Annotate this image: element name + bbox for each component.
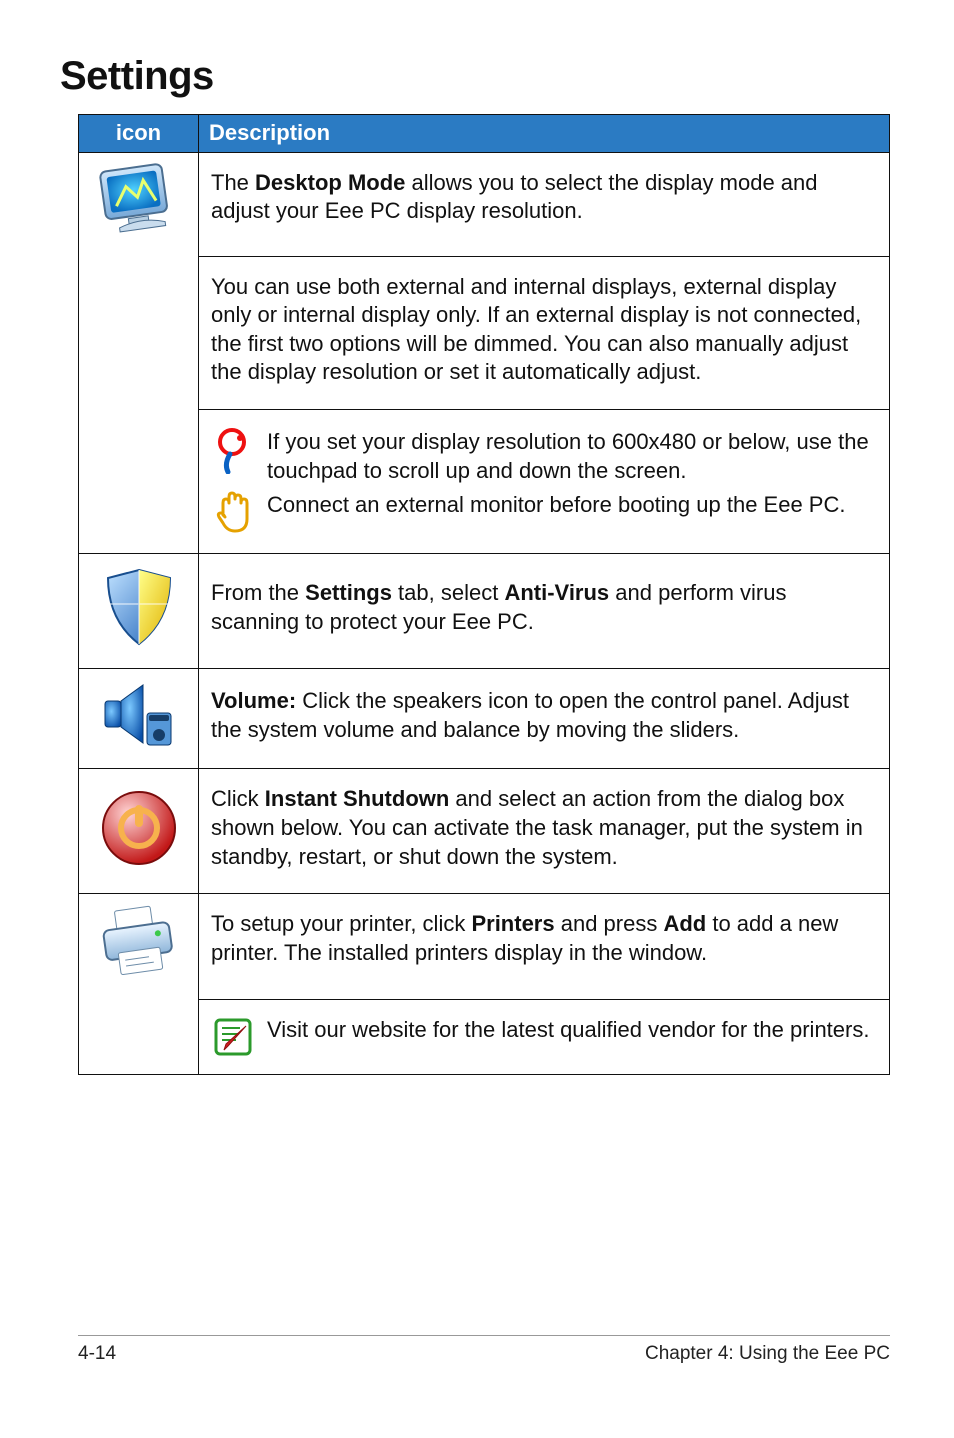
desktop-mode-intro: The Desktop Mode allows you to select th… (211, 169, 877, 226)
table-row: You can use both external and internal d… (79, 256, 890, 409)
hand-caution-icon (213, 491, 253, 535)
volume-text: Volume: Click the speakers icon to open … (211, 687, 877, 744)
instant-shutdown-text: Click Instant Shutdown and select an act… (211, 785, 877, 871)
table-row: The Desktop Mode allows you to select th… (79, 152, 890, 256)
power-button-icon (98, 787, 180, 869)
printer-vendor-note: Visit our website for the latest qualifi… (267, 1016, 877, 1045)
antivirus-text: From the Settings tab, select Anti-Virus… (211, 579, 877, 636)
speaker-icon (99, 679, 179, 751)
chapter-label: Chapter 4: Using the Eee PC (645, 1342, 890, 1367)
printer-icon (97, 904, 181, 982)
settings-table: icon Description (78, 114, 890, 1075)
table-row: To setup your printer, click Printers an… (79, 894, 890, 1000)
shield-icon (98, 564, 180, 650)
tip-external-monitor: Connect an external monitor before booti… (267, 491, 877, 520)
monitor-icon (98, 163, 180, 239)
table-row: Volume: Click the speakers icon to open … (79, 668, 890, 769)
col-header-icon: icon (79, 115, 199, 153)
page-title: Settings (60, 50, 894, 102)
table-row: From the Settings tab, select Anti-Virus… (79, 554, 890, 669)
page-number: 4-14 (78, 1342, 116, 1367)
table-row: Click Instant Shutdown and select an act… (79, 769, 890, 894)
col-header-description: Description (199, 115, 890, 153)
tip-balloon-icon (214, 428, 252, 474)
tip-resolution-scroll: If you set your display resolution to 60… (267, 428, 877, 485)
note-pad-icon (212, 1016, 254, 1058)
printers-text: To setup your printer, click Printers an… (211, 910, 877, 967)
table-row: Visit our website for the latest qualifi… (79, 1000, 890, 1075)
table-row: If you set your display resolution to 60… (79, 410, 890, 554)
page-footer: 4-14 Chapter 4: Using the Eee PC (78, 1335, 890, 1367)
desktop-mode-details: You can use both external and internal d… (211, 273, 877, 387)
